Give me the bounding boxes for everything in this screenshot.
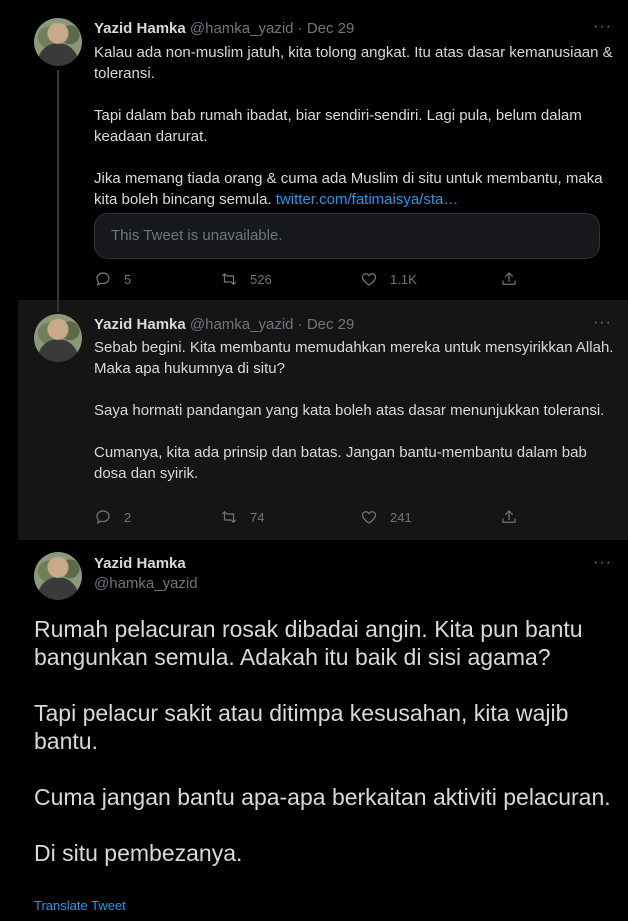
display-name[interactable]: Yazid Hamka xyxy=(94,20,186,37)
quote-unavailable-text: This Tweet is unavailable. xyxy=(111,227,283,244)
tweet-paragraph: Sebab begini. Kita membantu memudahkan m… xyxy=(94,339,614,377)
reply-count: 2 xyxy=(124,509,132,525)
tweet-actions: 2 74 241 xyxy=(94,508,524,528)
reply-icon xyxy=(96,272,110,287)
reply-button[interactable]: 2 xyxy=(94,508,131,526)
user-handle[interactable]: @hamka_yazid xyxy=(94,574,198,594)
retweet-count: 74 xyxy=(250,509,265,525)
separator-dot: · xyxy=(297,316,303,333)
user-handle[interactable]: @hamka_yazid xyxy=(190,316,294,333)
more-icon[interactable]: ··· xyxy=(593,314,612,332)
avatar[interactable] xyxy=(34,552,82,600)
tweet-1[interactable]: Yazid Hamka @hamka_yazid · Dec 29 ··· Ka… xyxy=(18,0,628,300)
quoted-tweet-unavailable[interactable]: This Tweet is unavailable. xyxy=(94,213,600,259)
more-icon[interactable]: ··· xyxy=(593,18,612,36)
tweet-date[interactable]: Dec 29 xyxy=(307,316,355,333)
user-handle[interactable]: @hamka_yazid xyxy=(190,20,294,37)
retweet-button[interactable]: 74 xyxy=(220,508,264,526)
reply-count: 5 xyxy=(124,271,132,287)
tweet-paragraph: Saya hormati pandangan yang kata boleh a… xyxy=(94,402,605,419)
share-button[interactable] xyxy=(500,508,530,526)
share-button[interactable] xyxy=(500,270,530,288)
like-icon xyxy=(361,273,377,286)
tweet-text: Rumah pelacuran rosak dibadai angin. Kit… xyxy=(34,615,624,895)
tweet-actions: 5 526 1.1K xyxy=(94,270,524,290)
tweet-2[interactable]: Yazid Hamka @hamka_yazid · Dec 29 ··· Se… xyxy=(18,300,628,540)
share-icon xyxy=(502,272,516,285)
retweet-button[interactable]: 526 xyxy=(220,270,272,288)
tweet-header: Yazid Hamka @hamka_yazid xyxy=(94,554,198,594)
retweet-count: 526 xyxy=(250,271,272,287)
like-count: 1.1K xyxy=(390,271,417,287)
more-icon[interactable]: ··· xyxy=(593,554,612,572)
translate-tweet-link[interactable]: Translate Tweet xyxy=(34,898,126,913)
thread-line xyxy=(57,300,59,312)
tweet-paragraph: Cuma jangan bantu apa-apa berkaitan akti… xyxy=(34,784,611,810)
reply-icon xyxy=(96,510,110,525)
like-button[interactable]: 1.1K xyxy=(360,270,417,288)
tweet-header: Yazid Hamka @hamka_yazid · Dec 29 xyxy=(94,316,354,333)
tweet-paragraph: Tapi pelacur sakit atau ditimpa kesusaha… xyxy=(34,700,569,754)
share-icon xyxy=(502,510,516,523)
retweet-icon xyxy=(221,510,237,524)
like-count: 241 xyxy=(390,509,412,525)
avatar[interactable] xyxy=(34,18,82,66)
avatar[interactable] xyxy=(34,314,82,362)
tweet-text: Sebab begini. Kita membantu memudahkan m… xyxy=(94,337,614,505)
tweet-paragraph: Cumanya, kita ada prinsip dan batas. Jan… xyxy=(94,444,587,482)
display-name[interactable]: Yazid Hamka xyxy=(94,555,186,572)
tweet-paragraph: Di situ pembezanya. xyxy=(34,840,243,866)
tweet-paragraph: Rumah pelacuran rosak dibadai angin. Kit… xyxy=(34,616,583,670)
tweet-paragraph: Kalau ada non-muslim jatuh, kita tolong … xyxy=(94,44,613,82)
tweet-date[interactable]: Dec 29 xyxy=(307,20,355,37)
like-icon xyxy=(361,511,377,524)
thread-line xyxy=(57,70,59,300)
separator-dot: · xyxy=(297,20,303,37)
tweet-paragraph: Tapi dalam bab rumah ibadat, biar sendir… xyxy=(94,107,582,145)
tweet-paragraph: Jika memang tiada orang & cuma ada Musli… xyxy=(94,168,614,210)
tweet-link[interactable]: twitter.com/fatimaisya/sta… xyxy=(276,191,459,208)
like-button[interactable]: 241 xyxy=(360,508,412,526)
tweet-3-focused[interactable]: Yazid Hamka @hamka_yazid ··· Rumah pelac… xyxy=(18,540,628,921)
display-name[interactable]: Yazid Hamka xyxy=(94,316,186,333)
retweet-icon xyxy=(221,272,237,286)
reply-button[interactable]: 5 xyxy=(94,270,131,288)
tweet-header: Yazid Hamka @hamka_yazid · Dec 29 xyxy=(94,20,354,37)
tweet-text: Kalau ada non-muslim jatuh, kita tolong … xyxy=(94,42,614,231)
